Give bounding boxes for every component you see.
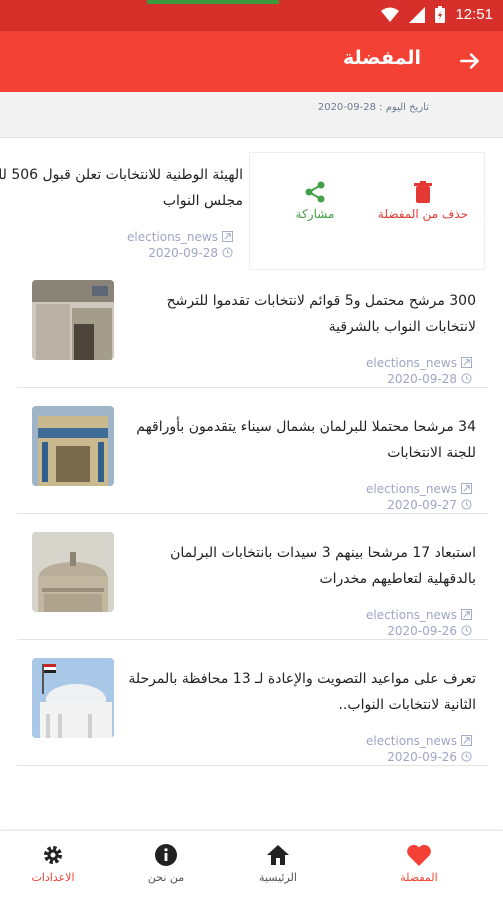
app-bar: المفضلة (0, 31, 503, 92)
share-label: مشاركة (295, 207, 335, 221)
news-date: 2020-09-28 (387, 372, 472, 386)
source-icon (461, 609, 472, 620)
battery-icon (435, 6, 446, 23)
today-date: تاريخ اليوم : 28-09-2020 (317, 102, 429, 113)
trash-icon (414, 181, 432, 203)
swiped-news-item[interactable]: الهيئة الوطنية للانتخابات تعلن قبول 506 … (0, 152, 249, 270)
news-title: استبعاد 17 مرشحا بينهم 3 سيدات بانتخابات… (170, 545, 476, 587)
delete-favorite-button[interactable]: حذف من المفضلة (374, 181, 472, 221)
tab-favorites-label: المفضلة (400, 871, 438, 884)
status-bar: 12:51 (0, 0, 503, 31)
news-item[interactable]: استبعاد 17 مرشحا بينهم 3 سيدات بانتخابات… (17, 524, 488, 640)
signal-icon (409, 6, 426, 23)
source-icon (461, 357, 472, 368)
news-thumbnail (32, 406, 114, 486)
news-source: elections_news (127, 230, 233, 244)
news-item[interactable]: 34 مرشحا محتملا للبرلمان بشمال سيناء يتق… (17, 398, 488, 514)
status-accent (147, 0, 279, 4)
heart-icon (407, 844, 431, 866)
bottom-navigation: الاعدادات من نحن الرئيسية المفضلة (0, 830, 503, 900)
news-date: 2020-09-26 (387, 750, 472, 764)
share-icon (305, 181, 325, 203)
news-date: 2020-09-27 (387, 498, 472, 512)
news-source: elections_news (366, 482, 472, 496)
clock-icon (461, 499, 472, 510)
news-date: 2020-09-26 (387, 624, 472, 638)
clock-icon (461, 373, 472, 384)
home-icon (267, 845, 289, 865)
news-title: 34 مرشحا محتملا للبرلمان بشمال سيناء يتق… (136, 419, 476, 461)
news-thumbnail (32, 532, 114, 612)
news-thumbnail (32, 658, 114, 738)
tab-about[interactable]: من نحن (121, 843, 211, 884)
gear-icon (44, 846, 62, 864)
tab-settings[interactable]: الاعدادات (8, 843, 98, 884)
tab-home[interactable]: الرئيسية (233, 843, 323, 884)
tab-about-label: من نحن (147, 871, 185, 884)
news-item[interactable]: 300 مرشح محتمل و5 قوائم لانتخابات تقدموا… (17, 272, 488, 388)
status-icons: 12:51 (381, 6, 493, 23)
share-button[interactable]: مشاركة (289, 181, 341, 221)
news-item[interactable]: تعرف على مواعيد التصويت والإعادة لـ 13 م… (17, 650, 488, 766)
news-source: elections_news (366, 734, 472, 748)
clock-icon (222, 247, 233, 258)
news-title: تعرف على مواعيد التصويت والإعادة لـ 13 م… (128, 671, 476, 713)
source-icon (222, 231, 233, 242)
news-date: 2020-09-28 (148, 246, 233, 260)
news-source: elections_news (366, 356, 472, 370)
back-arrow-icon[interactable] (457, 48, 483, 74)
news-source: elections_news (366, 608, 472, 622)
source-icon (461, 735, 472, 746)
source-icon (461, 483, 472, 494)
news-title: 300 مرشح محتمل و5 قوائم لانتخابات تقدموا… (166, 293, 476, 335)
delete-label: حذف من المفضلة (377, 207, 469, 221)
tab-favorites[interactable]: المفضلة (374, 843, 464, 884)
date-bar: تاريخ اليوم : 28-09-2020 (0, 92, 503, 138)
tab-settings-label: الاعدادات (31, 871, 75, 884)
news-thumbnail (32, 280, 114, 360)
tab-home-label: الرئيسية (259, 871, 297, 884)
clock-icon (461, 751, 472, 762)
status-time: 12:51 (455, 6, 493, 23)
swipe-actions: حذف من المفضلة مشاركة (249, 152, 485, 270)
news-title: الهيئة الوطنية للانتخابات تعلن قبول 506 … (0, 167, 243, 209)
page-title: المفضلة (342, 47, 421, 69)
wifi-icon (381, 7, 400, 22)
clock-icon (461, 625, 472, 636)
info-icon (155, 844, 177, 866)
